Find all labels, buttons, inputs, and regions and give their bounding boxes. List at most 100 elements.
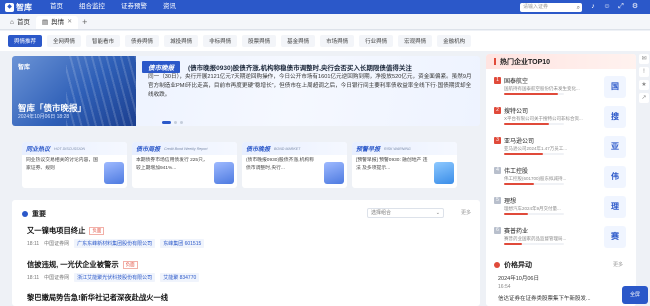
- carousel-dot[interactable]: [162, 121, 171, 124]
- hot-company-item[interactable]: 3 亚马逊公司 亚马逊公司2024年1.47万员工...: [494, 136, 606, 155]
- fullscreen-button[interactable]: 全屏: [622, 286, 648, 304]
- company-name[interactable]: 赛普药业: [504, 226, 528, 235]
- company-avatar[interactable]: 理: [604, 196, 626, 218]
- card-header: 债市晚报 BOND MARKET: [242, 142, 347, 155]
- card-title: 债市周报: [136, 147, 161, 153]
- filter-chip[interactable]: 市场舆情: [320, 35, 355, 47]
- app-logo[interactable]: ◆ 智库: [0, 2, 42, 13]
- company-name[interactable]: 伟工控股: [504, 166, 528, 175]
- news-item[interactable]: 信披违规, 一光伏企业被警示 负面 18:11 中国证券网 浙江艾能聚光伏科技股…: [27, 260, 200, 282]
- news-title[interactable]: 黎巴嫩局势告急!新华社记者深夜赴战火一线: [27, 293, 168, 303]
- add-tab-icon[interactable]: +: [78, 16, 91, 29]
- price-more-link[interactable]: 更多: [613, 261, 623, 268]
- company-avatar[interactable]: 赛: [604, 226, 626, 248]
- nav-item-alert[interactable]: 证券预警: [113, 0, 155, 14]
- stock-chip[interactable]: 东峰集团 601515: [160, 239, 205, 248]
- search-input[interactable]: 请输入证券 ⌕: [520, 3, 582, 12]
- gear-icon[interactable]: ⚙: [630, 2, 640, 12]
- user-icon[interactable]: ☺: [602, 2, 612, 12]
- company-chip[interactable]: 广东东峰新材料集团股份有限公司: [74, 239, 156, 248]
- news-carousel-banner[interactable]: 智库 智库「债市晚报」 2024年10月06日 18:28 债市晚报 (债市晚报…: [12, 56, 480, 126]
- bookmark-icon[interactable]: ★: [639, 80, 649, 90]
- company-chip[interactable]: 浙江艾能聚光伏科技股份有限公司: [74, 273, 156, 282]
- company-name[interactable]: 搜特公司: [504, 106, 528, 115]
- company-avatar[interactable]: 搜: [604, 106, 626, 128]
- chevron-down-icon: ⌄: [435, 210, 440, 216]
- search-icon[interactable]: ⌕: [577, 4, 580, 13]
- company-name[interactable]: 国泰航空: [504, 76, 528, 85]
- filter-chip[interactable]: 非标舆情: [203, 35, 238, 47]
- nav-item-news[interactable]: 资讯: [155, 0, 184, 14]
- alarm-illustration-icon: [434, 162, 454, 184]
- news-panel-title: 重要: [32, 211, 46, 218]
- nav-item-home[interactable]: 首页: [42, 0, 71, 14]
- price-movement-title: 价格异动: [504, 262, 532, 269]
- tab-sentiment[interactable]: ▤ 舆情 ✕: [35, 16, 79, 29]
- rank-number: 4: [494, 167, 501, 174]
- sentiment-badge: 负面: [89, 227, 105, 235]
- alert-icon[interactable]: !: [639, 67, 649, 77]
- filter-chip[interactable]: 金融机构: [437, 35, 472, 47]
- logo-mark-icon: ◆: [5, 2, 14, 12]
- share-icon[interactable]: ↗: [639, 93, 649, 103]
- chat-illustration-icon: [104, 162, 124, 184]
- carousel-dot[interactable]: [174, 121, 177, 124]
- portfolio-select[interactable]: 选择组合 ⌄: [367, 208, 444, 218]
- bell-icon[interactable]: ♪: [588, 2, 598, 12]
- hot-companies-title: 热门企业TOP10: [500, 58, 551, 66]
- heat-bar-fill: [504, 123, 549, 125]
- category-filter-bar: 舆情推荐 全网舆情 智能看市 债券舆情 城投舆情 非标舆情 股票舆情 基金舆情 …: [0, 31, 650, 51]
- company-name[interactable]: 亚马逊公司: [504, 136, 534, 145]
- company-name[interactable]: 理想: [504, 196, 516, 205]
- rank-number: 2: [494, 107, 501, 114]
- news-title[interactable]: 信披违规, 一光伏企业被警示: [27, 260, 119, 270]
- hot-company-item[interactable]: 5 理想 理想汽车2024年9月交付量...: [494, 196, 606, 215]
- filter-chip[interactable]: 债券舆情: [125, 35, 160, 47]
- carousel-dot[interactable]: [180, 121, 183, 124]
- filter-chip[interactable]: 宏观舆情: [398, 35, 433, 47]
- news-more-link[interactable]: 更多: [461, 209, 471, 216]
- card-description: 本期债券市场信用债发行 225只，较上期增加941%...: [136, 158, 208, 171]
- tab-home[interactable]: ⌂ 首页: [4, 16, 36, 29]
- banner-logo: 智库: [18, 65, 31, 71]
- expand-icon[interactable]: ⤢: [616, 2, 626, 12]
- news-time: 18:11: [27, 240, 40, 247]
- feature-card-risk-warning[interactable]: 预警早报 RISK WARNING [预警早报] 预警0930: 融创地产 违法…: [352, 142, 457, 188]
- company-summary: 国航持有国泰航空股份仍未发生变化...: [504, 86, 580, 91]
- news-item[interactable]: 黎巴嫩局势告急!新华社记者深夜赴战火一线: [27, 293, 168, 303]
- company-avatar[interactable]: 伟: [604, 166, 626, 188]
- card-subtitle: RISK WARNING: [384, 146, 411, 151]
- hot-company-item[interactable]: 1 国泰航空 国航持有国泰航空股份仍未发生变化...: [494, 76, 606, 95]
- price-time: 16:54: [498, 284, 511, 290]
- feature-card-bond-market[interactable]: 债市晚报 BOND MARKET (债市晚报0930)股债齐涨,机构称债市调整时…: [242, 142, 347, 188]
- banner-tag: 债市晚报: [142, 61, 180, 73]
- heat-bar: [504, 93, 564, 95]
- filter-chip[interactable]: 行业舆情: [359, 35, 394, 47]
- hot-company-item[interactable]: 4 伟工控股 伟工控股(601700)股东拟减持...: [494, 166, 606, 185]
- close-icon[interactable]: ✕: [67, 16, 72, 29]
- filter-chip[interactable]: 全网舆情: [47, 35, 82, 47]
- filter-chip[interactable]: 智能看市: [86, 35, 121, 47]
- filter-chip[interactable]: 基金舆情: [281, 35, 316, 47]
- nav-item-portfolio[interactable]: 组合监控: [71, 0, 113, 14]
- company-avatar[interactable]: 亚: [604, 136, 626, 158]
- document-icon: ▤: [41, 19, 49, 26]
- card-header: 债市周报 Credit Bond Weekly Report: [132, 142, 237, 155]
- building-graphic: [66, 56, 136, 126]
- stock-chip[interactable]: 艾能聚 834770: [160, 273, 200, 282]
- feature-card-weekly-report[interactable]: 债市周报 Credit Bond Weekly Report 本期债券市场信用债…: [132, 142, 237, 188]
- filter-chip[interactable]: 股票舆情: [242, 35, 277, 47]
- chat-icon[interactable]: ✉: [639, 54, 649, 64]
- filter-chip[interactable]: 城投舆情: [164, 35, 199, 47]
- filter-chip[interactable]: 舆情推荐: [8, 35, 43, 47]
- banner-image-date: 2024年10月06日 18:28: [18, 114, 70, 120]
- hot-company-item[interactable]: 6 赛普药业 赛普药业国家药品监督管理局...: [494, 226, 606, 245]
- feature-card-hot-discussion[interactable]: 同业热议 HOT DISCUSSION 同业热议交易相关的讨论内容，国家证券、规…: [22, 142, 127, 188]
- banner-headline[interactable]: (债市晚报0930)股债齐涨,机构称稳债市调整时,央行会否买入长期限债值得关注: [188, 62, 478, 72]
- price-event-text[interactable]: 信达证券在证券类股票集下午新股发...: [498, 294, 634, 302]
- news-item[interactable]: 又一镍电项目终止 负面 18:11 中国证券网 广东东峰新材料集团股份有限公司 …: [27, 226, 205, 248]
- company-summary: X平台有限公司关于搜特公司非标合资...: [504, 116, 583, 121]
- company-avatar[interactable]: 国: [604, 76, 626, 98]
- news-title[interactable]: 又一镍电项目终止: [27, 226, 85, 236]
- hot-company-item[interactable]: 2 搜特公司 X平台有限公司关于搜特公司非标合资...: [494, 106, 606, 125]
